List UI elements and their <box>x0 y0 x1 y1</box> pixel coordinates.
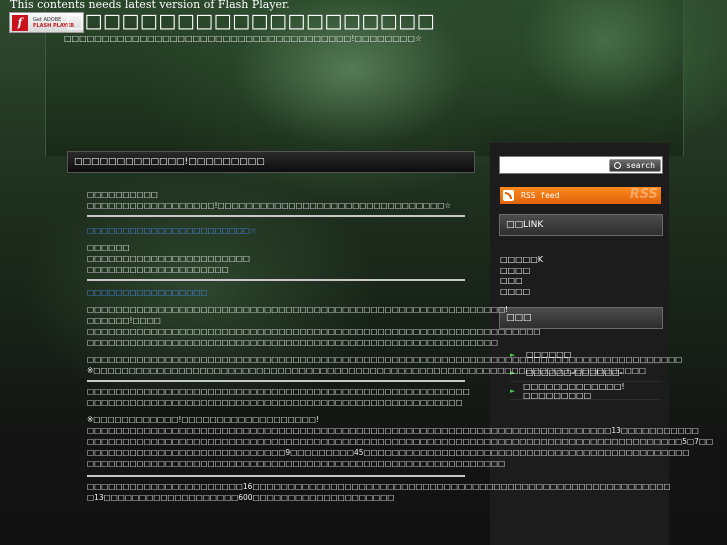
post-link[interactable]: □□□□□□□□□□□□□□□□□□□□□□□☆ <box>87 225 465 236</box>
section-text: □□□□□□□□□□□□□□□□□□□□□□□□□□□□□□□□□□□□□□□□… <box>87 459 506 468</box>
intro-title: □□□□□□□□□□ <box>87 190 158 199</box>
rss-watermark: RSS <box>629 187 658 202</box>
nav-item[interactable]: ► □□□□□□□□□□□□□!□□□□□□□□□ <box>510 382 662 400</box>
post-body: □□□□□□□□□□ □□□□□□□□□□□□□□□□□□!□□□□□□□□□□… <box>87 189 714 503</box>
post-title[interactable]: □□□□□□□□□□□□□!□□□□□□□□□ <box>67 151 475 173</box>
bullet-icon: ► <box>510 386 516 395</box>
search-button[interactable]: search <box>609 159 661 172</box>
section-text: □□□□□□□□□□□□□□□□□□□□□□□□□□□□9□□□□□□□□□45… <box>87 448 690 457</box>
section-title: □□□□□□ <box>87 243 130 252</box>
intro-text: □□□□□□□□□□□□□□□□□□!□□□□□□□□□□□□□□□□□□□□□… <box>87 201 452 210</box>
site-title[interactable]: □□□□□□□□□□□□□□□□□□□□ <box>66 10 435 32</box>
search-box: search <box>499 156 663 174</box>
section-text: □□□□□□□□□□□□□□□□□□□□□□□□□□□□□□□□□□□□□□□□… <box>87 355 683 364</box>
section-text: □□□□□□□□□□□□□□□□□□□□□□□□□□□□□□□□□□□□□□□□… <box>87 426 699 435</box>
section-text: ※□□□□□□□□□□□□!□□□□□□□□□□□□□□□□□□□! <box>87 415 319 424</box>
sidebar-link[interactable]: □□□□ <box>500 266 543 277</box>
nav-heading: □□□ <box>499 307 663 329</box>
sidebar-link[interactable]: □□□ <box>500 276 543 287</box>
rss-feed-link[interactable]: RSS feed RSS <box>500 187 661 204</box>
search-icon <box>614 162 621 169</box>
sidebar-link[interactable]: □□□□ <box>500 287 543 298</box>
section-text: ※□□□□□□□□□□□□□□□□□□□□□□□□□□□□□□□□□□□□□□□… <box>87 366 647 375</box>
search-input[interactable] <box>500 157 612 173</box>
section-text: □□□□□□□□□□□□□□□□□□□□□□□□□□□□□□□□□□□□□□□□… <box>87 305 509 325</box>
flash-icon: f <box>12 14 28 31</box>
section-text: □□□□□□□□□□□□□□□□□□□□□□□ <box>87 254 250 263</box>
section-text: □□□□□□□□□□□□□□□□□□□□□□16□□□□□□□□□□□□□□□□… <box>87 482 671 491</box>
section-text: □□□□□□□□□□□□□□□□□□□□□□□□□□□□□□□□□□□□□□□□… <box>87 387 470 396</box>
rss-icon <box>503 190 514 201</box>
section-text: □□□□□□□□□□□□□□□□□□□□ <box>87 265 229 274</box>
section-text: □□□□□□□□□□□□□□□□□□□□□□□□□□□□□□□□□□□□□□□□… <box>87 437 714 446</box>
post-link[interactable]: □□□□□□□□□□□□□□□□□ <box>87 287 465 298</box>
link-heading: □□LINK <box>499 214 663 236</box>
rss-label: RSS feed <box>521 191 560 200</box>
nav-item-label: □□□□□□□□□□□□□!□□□□□□□□□ <box>523 381 625 400</box>
section-text: □□□□□□□□□□□□□□□□□□□□□□□□□□□□□□□□□□□□□□□□… <box>87 327 541 336</box>
section-text: □□□□□□□□□□□□□□□□□□□□□□□□□□□□□□□□□□□□□□□□… <box>87 398 463 407</box>
link-list: □□□□□K □□□□ □□□ □□□□ <box>500 255 543 297</box>
search-button-label: search <box>626 161 655 170</box>
sidebar-link[interactable]: □□□□□K <box>500 255 543 266</box>
section-text: □□□□□□□□□□□□□□□□□□□□□□□□□□□□□□□□□□□□□□□□… <box>87 338 498 347</box>
site-subtitle: □□□□□□□□□□□□□□□□□□□□□□□□□□□□□□□□□□□□□□!□… <box>64 34 423 43</box>
section-text: □13□□□□□□□□□□□□□□□□□□□600□□□□□□□□□□□□□□□… <box>87 493 395 502</box>
